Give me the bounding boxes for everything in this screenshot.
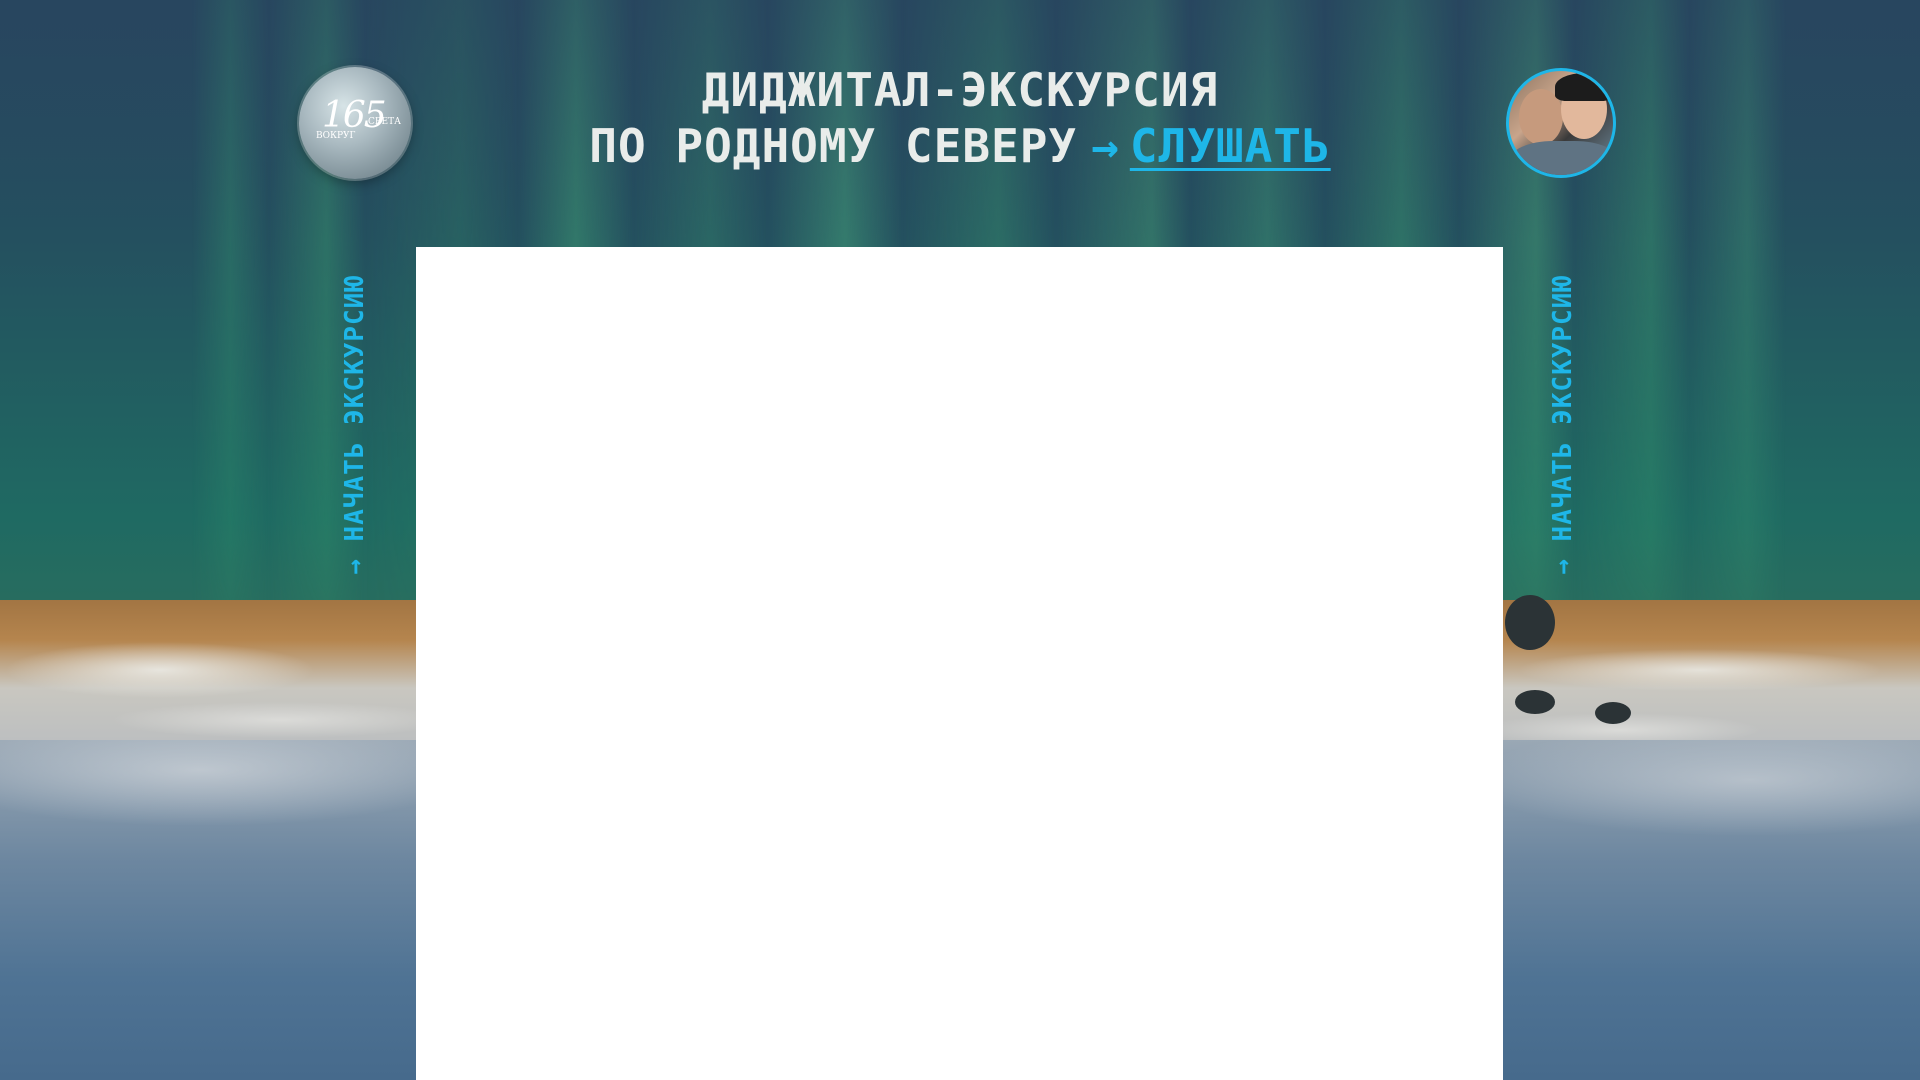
start-tour-label: → НАЧАТЬ ЭКСКУРСИЮ [1548,275,1578,575]
header: 165 ВОКРУГ СВЕТА ДИДЖИТАЛ-ЭКСКУРСИЯ ПО Р… [0,0,1920,240]
start-tour-link-left[interactable]: → НАЧАТЬ ЭКСКУРСИЮ [335,245,375,575]
tour-content-frame[interactable] [416,247,1503,1080]
start-tour-label: → НАЧАТЬ ЭКСКУРСИЮ [340,275,370,575]
page-title: ДИДЖИТАЛ-ЭКСКУРСИЯ ПО РОДНОМУ СЕВЕРУ → СЛУ… [0,62,1920,174]
rock [1515,690,1555,714]
listen-link[interactable]: СЛУШАТЬ [1130,119,1331,173]
narrators-avatar[interactable] [1506,68,1616,178]
start-tour-link-right[interactable]: → НАЧАТЬ ЭКСКУРСИЮ [1543,245,1583,575]
page: 165 ВОКРУГ СВЕТА ДИДЖИТАЛ-ЭКСКУРСИЯ ПО Р… [0,0,1920,1080]
title-line-2-text: ПО РОДНОМУ СЕВЕРУ [589,119,1078,173]
arrow-right-icon: → [1091,119,1120,173]
title-line-1: ДИДЖИТАЛ-ЭКСКУРСИЯ [701,63,1219,117]
rock [1505,595,1555,650]
title-line-2: ПО РОДНОМУ СЕВЕРУ → СЛУШАТЬ [0,118,1920,174]
rock [1595,702,1631,724]
